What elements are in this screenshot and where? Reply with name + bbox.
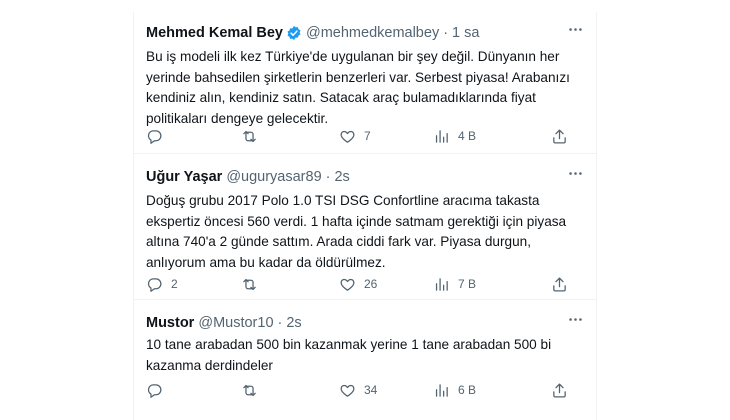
tweet-header: Mehmed Kemal Bey @mehmedkemalbey · 1 sa	[146, 22, 584, 44]
views-chart-icon	[435, 129, 448, 143]
tweet-2[interactable]: Uğur Yaşar @uguryasar89 · 2s Doğuş grubu…	[134, 154, 596, 300]
heart-icon	[340, 384, 355, 397]
retweet-button[interactable]	[241, 382, 339, 399]
views-button[interactable]: 6 B	[433, 382, 551, 399]
timestamp[interactable]: 1 sa	[452, 25, 479, 41]
share-icon	[553, 382, 566, 398]
views-button[interactable]: 4 B	[433, 128, 551, 145]
action-bar: 2 26 7 B	[146, 274, 578, 294]
like-count: 26	[364, 277, 378, 291]
share-button[interactable]	[551, 382, 568, 399]
view-count: 4 B	[458, 129, 477, 143]
tweet-1[interactable]: Mehmed Kemal Bey @mehmedkemalbey · 1 sa …	[134, 12, 596, 154]
tweet-feed: Mehmed Kemal Bey @mehmedkemalbey · 1 sa …	[133, 12, 597, 420]
heart-icon	[340, 278, 355, 291]
author-name[interactable]: Mehmed Kemal Bey	[146, 25, 283, 41]
reply-button[interactable]	[146, 128, 241, 145]
reply-count: 2	[171, 277, 178, 291]
reply-button[interactable]	[146, 382, 241, 399]
timestamp[interactable]: 2s	[286, 315, 301, 331]
verified-badge-icon	[286, 25, 302, 41]
reply-button[interactable]: 2	[146, 276, 241, 293]
like-button[interactable]: 34	[339, 382, 433, 399]
separator-dot: ·	[277, 315, 283, 331]
author-handle[interactable]: @mehmedkemalbey	[306, 25, 439, 41]
separator-dot: ·	[443, 25, 449, 41]
reply-icon	[147, 129, 162, 144]
more-dots-icon[interactable]	[564, 308, 586, 330]
tweet-header: Uğur Yaşar @uguryasar89 · 2s	[146, 166, 584, 188]
views-chart-icon	[435, 277, 448, 291]
like-button[interactable]: 7	[339, 128, 433, 145]
author-name[interactable]: Mustor	[146, 315, 194, 331]
reply-icon	[147, 277, 162, 292]
like-button[interactable]: 26	[339, 276, 433, 293]
timestamp[interactable]: 2s	[334, 169, 349, 185]
tweet-text: Bu iş modeli ilk kez Türkiye'de uygulana…	[146, 49, 570, 126]
retweet-icon	[243, 130, 256, 142]
action-bar: 34 6 B	[146, 380, 578, 400]
heart-icon	[340, 130, 355, 143]
retweet-icon	[243, 384, 256, 396]
like-count: 34	[364, 383, 378, 397]
tweet-text: 10 tane arabadan 500 bin kazanmak yerine…	[146, 337, 552, 373]
view-count: 6 B	[458, 383, 477, 397]
retweet-button[interactable]	[241, 276, 339, 293]
more-dots-icon[interactable]	[564, 162, 586, 184]
view-count: 7 B	[458, 277, 477, 291]
reply-icon	[147, 383, 162, 398]
views-chart-icon	[435, 383, 448, 397]
share-icon	[553, 276, 566, 292]
tweet-header: Mustor @Mustor10 · 2s	[146, 312, 584, 334]
author-handle[interactable]: @Mustor10	[198, 315, 273, 331]
tweet-text: Doğuş grubu 2017 Polo 1.0 TSI DSG Confor…	[146, 193, 567, 270]
like-count: 7	[364, 129, 371, 143]
more-dots-icon[interactable]	[564, 18, 586, 40]
share-icon	[553, 128, 566, 144]
views-button[interactable]: 7 B	[433, 276, 551, 293]
retweet-icon	[243, 278, 256, 290]
author-handle[interactable]: @uguryasar89	[226, 169, 321, 185]
separator-dot: ·	[325, 169, 331, 185]
retweet-button[interactable]	[241, 128, 339, 145]
tweet-3[interactable]: Mustor @Mustor10 · 2s 10 tane arabadan 5…	[134, 300, 596, 420]
action-bar: 7 4 B	[146, 126, 578, 146]
share-button[interactable]	[551, 276, 568, 293]
share-button[interactable]	[551, 128, 568, 145]
author-name[interactable]: Uğur Yaşar	[146, 169, 222, 185]
